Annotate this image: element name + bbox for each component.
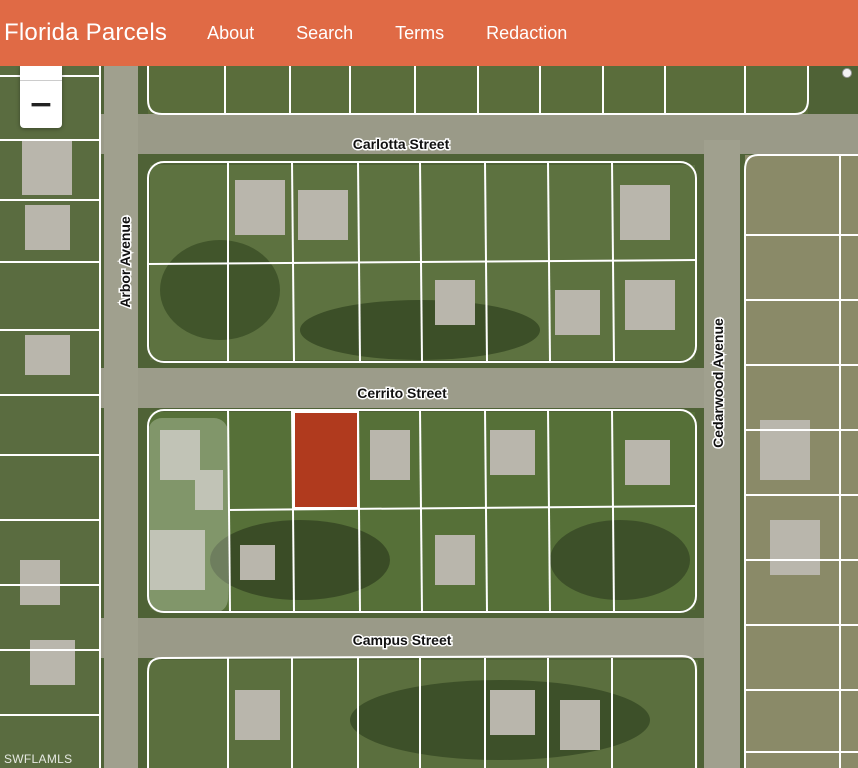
top-navbar: Florida Parcels About Search Terms Redac… bbox=[0, 0, 858, 66]
campus-street-label: Campus Street bbox=[353, 632, 452, 648]
watermark: SWFLAMLS bbox=[4, 752, 73, 766]
nav-redaction[interactable]: Redaction bbox=[486, 23, 567, 44]
nav-search[interactable]: Search bbox=[296, 23, 353, 44]
carlotta-street-road bbox=[100, 114, 858, 154]
tree-cluster bbox=[160, 240, 280, 340]
satellite-map[interactable]: Carlotta Street Cerrito Street Campus St… bbox=[0, 66, 858, 768]
arbor-avenue-label: Arbor Avenue bbox=[117, 216, 133, 308]
map-canvas[interactable]: Carlotta Street Cerrito Street Campus St… bbox=[0, 66, 858, 768]
cedarwood-avenue-road bbox=[704, 140, 740, 768]
zoom-out-button[interactable]: − bbox=[20, 81, 62, 127]
tree-cluster bbox=[300, 300, 540, 360]
zoom-control: − bbox=[20, 66, 62, 128]
brand-logo[interactable]: Florida Parcels bbox=[4, 19, 167, 47]
cerrito-street-label: Cerrito Street bbox=[357, 385, 447, 401]
nav-terms[interactable]: Terms bbox=[395, 23, 444, 44]
tree-cluster bbox=[550, 520, 690, 600]
tree-cluster bbox=[210, 520, 390, 600]
carlotta-street-label: Carlotta Street bbox=[353, 136, 450, 152]
arbor-avenue-road bbox=[104, 66, 138, 768]
selected-parcel[interactable] bbox=[293, 411, 359, 509]
cedarwood-avenue-label: Cedarwood Avenue bbox=[710, 318, 726, 448]
adjacent-parcel-shade bbox=[148, 418, 228, 613]
nav-about[interactable]: About bbox=[207, 23, 254, 44]
map-marker-icon[interactable] bbox=[842, 68, 852, 78]
